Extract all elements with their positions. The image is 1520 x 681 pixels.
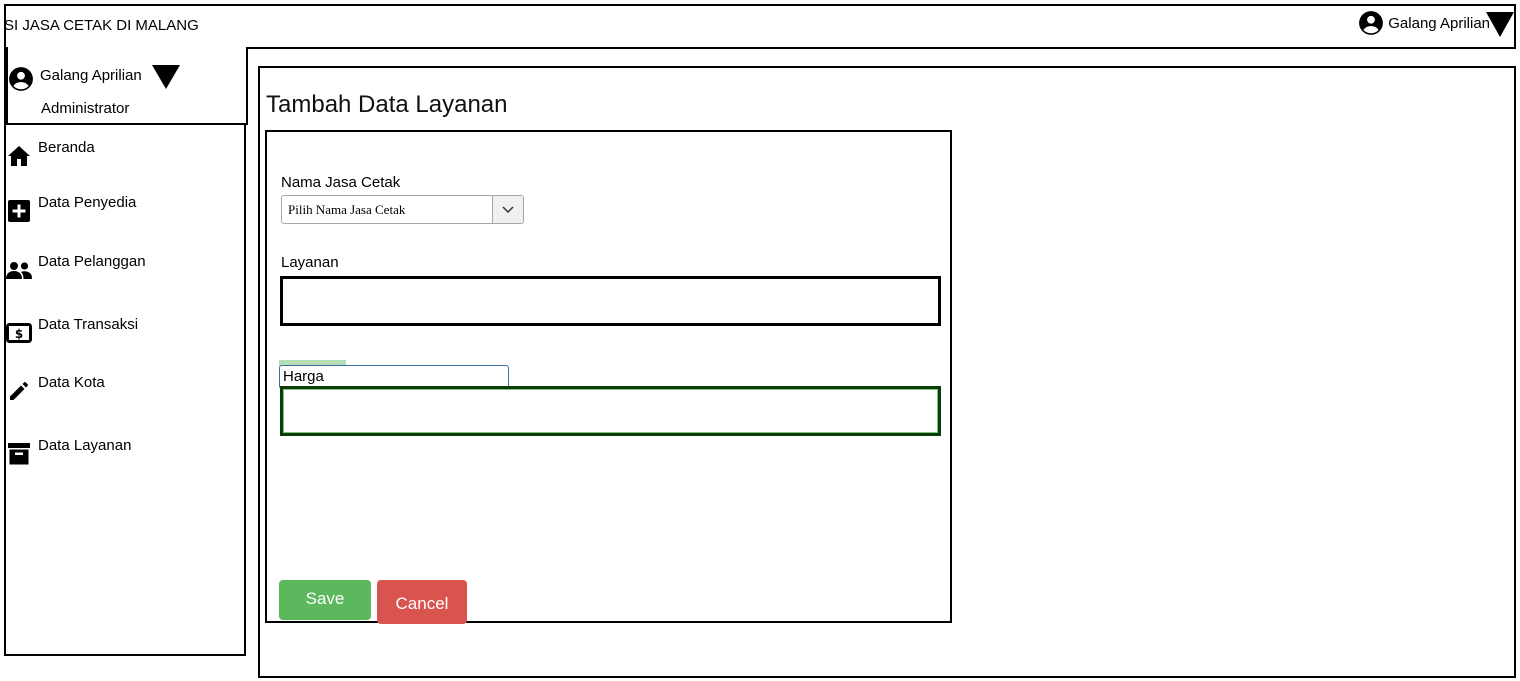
nama-jasa-cetak-select[interactable]: Pilih Nama Jasa Cetak <box>281 195 524 224</box>
layanan-input[interactable] <box>280 276 941 326</box>
plus-box-icon <box>6 198 32 224</box>
sidebar-item-data-layanan[interactable]: Data Layanan <box>6 437 131 467</box>
top-navbar <box>4 4 1516 49</box>
sidebar-item-label: Beranda <box>38 139 95 156</box>
sidebar-item-label: Data Penyedia <box>38 194 137 211</box>
app-title: SI JASA CETAK DI MALANG <box>4 17 199 34</box>
archive-icon <box>6 441 32 467</box>
cancel-button[interactable]: Cancel <box>377 580 467 624</box>
page-title: Tambah Data Layanan <box>266 91 508 118</box>
home-icon <box>6 143 32 169</box>
sidebar-user-name[interactable]: Galang Aprilian <box>40 67 142 84</box>
sidebar-user-role: Administrator <box>41 100 130 117</box>
svg-text:$: $ <box>15 327 23 341</box>
nama-jasa-cetak-label: Nama Jasa Cetak <box>281 174 401 191</box>
top-user-name: Galang Aprilian <box>1388 14 1490 32</box>
layanan-label: Layanan <box>281 254 339 271</box>
caret-down-icon[interactable] <box>1486 12 1514 43</box>
top-user-menu[interactable]: Galang Aprilian <box>1358 10 1490 36</box>
caret-down-icon[interactable] <box>152 65 180 95</box>
sidebar-item-label: Data Pelanggan <box>38 253 146 270</box>
sidebar-item-label: Data Transaksi <box>38 316 139 333</box>
sidebar-item-data-pelanggan[interactable]: Data Pelanggan <box>6 253 146 283</box>
sidebar-item-label: Data Layanan <box>38 437 132 454</box>
sidebar-item-data-transaksi[interactable]: $ Data Transaksi <box>6 316 138 346</box>
sidebar-item-beranda[interactable]: Beranda <box>6 139 95 169</box>
chevron-down-icon[interactable] <box>492 196 523 223</box>
select-value: Pilih Nama Jasa Cetak <box>288 201 406 217</box>
money-icon: $ <box>6 320 32 346</box>
account-circle-icon <box>1358 10 1384 36</box>
sidebar-item-data-kota[interactable]: Data Kota <box>6 374 105 404</box>
pencil-icon <box>6 378 32 404</box>
sidebar-item-data-penyedia[interactable]: Data Penyedia <box>6 194 136 224</box>
sidebar-item-label: Data Kota <box>38 374 105 391</box>
save-button[interactable]: Save <box>279 580 371 620</box>
harga-input[interactable] <box>280 386 941 436</box>
people-icon <box>6 257 32 283</box>
account-circle-icon <box>8 66 34 97</box>
